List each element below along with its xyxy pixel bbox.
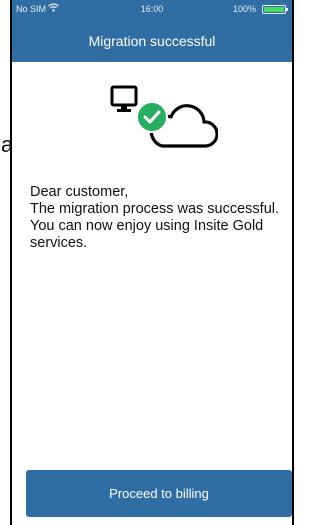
app-header: No SIM 16:00 100% Migration successful xyxy=(12,0,292,62)
battery-percentage: 100% xyxy=(232,4,256,14)
status-bar: No SIM 16:00 100% xyxy=(12,0,292,22)
message-line: services. xyxy=(30,235,88,251)
message-line: You can now enjoy using Insite Gold xyxy=(30,218,264,234)
phone-screen: No SIM 16:00 100% Migration successful D… xyxy=(10,0,294,525)
page-title: Migration successful xyxy=(88,33,216,49)
battery-icon xyxy=(262,5,288,14)
success-message: Dear customer, The migration process was… xyxy=(30,184,292,252)
message-line: The migration process was successful. xyxy=(30,201,280,217)
background-fragment: a. xyxy=(0,0,19,525)
message-greeting: Dear customer, xyxy=(30,184,129,200)
migration-illustration xyxy=(108,84,219,154)
computer-icon xyxy=(110,85,138,112)
proceed-to-billing-button[interactable]: Proceed to billing xyxy=(26,470,292,517)
check-circle-icon xyxy=(136,101,168,133)
